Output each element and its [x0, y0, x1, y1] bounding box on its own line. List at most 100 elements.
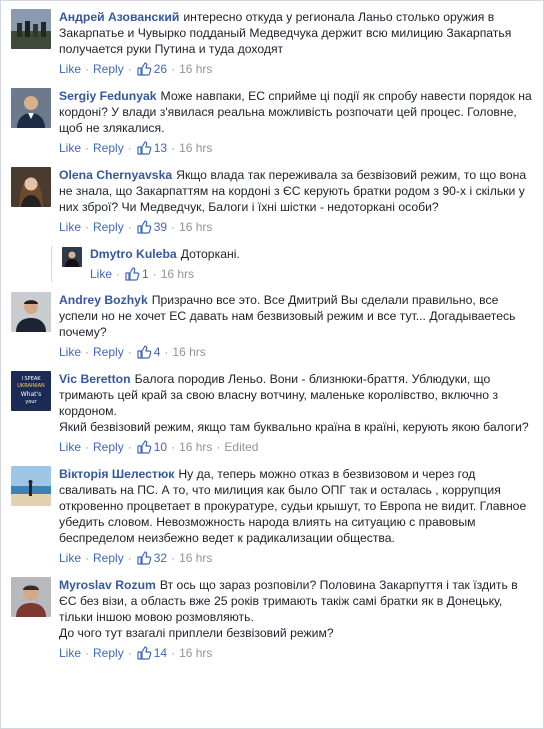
like-link[interactable]: Like: [59, 344, 81, 360]
comment-text-paragraph: До чого тут взагалі приплели безвізовий …: [59, 626, 334, 640]
like-count-value: 14: [153, 646, 168, 660]
separator: ·: [85, 141, 90, 155]
like-count[interactable]: 14: [136, 645, 167, 661]
like-count[interactable]: 39: [136, 219, 167, 235]
comment-author[interactable]: Olena Chernyavska: [59, 168, 172, 182]
like-link[interactable]: Like: [59, 140, 81, 156]
like-link[interactable]: Like: [59, 439, 81, 455]
reply-link[interactable]: Reply: [93, 344, 124, 360]
reply-link[interactable]: Reply: [93, 140, 124, 156]
like-count[interactable]: 1: [124, 266, 149, 282]
separator: ·: [85, 345, 90, 359]
like-link[interactable]: Like: [59, 645, 81, 661]
comment-author[interactable]: Sergiy Fedunyak: [59, 89, 157, 103]
like-count-value: 4: [153, 345, 161, 359]
separator: ·: [171, 440, 176, 454]
separator: ·: [116, 267, 121, 281]
like-count[interactable]: 32: [136, 550, 167, 566]
separator: ·: [85, 220, 90, 234]
separator: ·: [127, 141, 132, 155]
separator: ·: [171, 141, 176, 155]
comment-author[interactable]: Dmytro Kuleba: [90, 247, 177, 261]
comment-author[interactable]: Вікторія Шелестюк: [59, 467, 174, 481]
comment-timestamp[interactable]: 16 hrs: [161, 266, 194, 282]
comment-actions: Like · 1 · 16 hrs: [90, 266, 536, 282]
separator: ·: [85, 440, 90, 454]
thumbs-up-icon: [137, 646, 152, 660]
svg-text:I SPEAK: I SPEAK: [21, 376, 41, 382]
comment-author[interactable]: Myroslav Rozum: [59, 578, 156, 592]
thumbs-up-icon: [125, 267, 140, 281]
comment: Andrey Bozhyk Призрачно все это. Все Дмит…: [11, 292, 536, 360]
svg-text:UKRAINIAN: UKRAINIAN: [17, 383, 45, 389]
like-count[interactable]: 4: [136, 344, 161, 360]
separator: ·: [85, 646, 90, 660]
separator: ·: [85, 551, 90, 565]
comment-text: Доторкані.: [180, 247, 240, 261]
comment-timestamp[interactable]: 16 hrs: [179, 219, 212, 235]
avatar[interactable]: [11, 292, 51, 332]
avatar[interactable]: [11, 577, 51, 617]
like-link[interactable]: Like: [59, 219, 81, 235]
like-count-value: 39: [153, 220, 168, 234]
reply-link[interactable]: Reply: [93, 645, 124, 661]
edited-link[interactable]: Edited: [224, 439, 258, 455]
comment-timestamp[interactable]: 16 hrs: [179, 550, 212, 566]
avatar[interactable]: [62, 247, 82, 267]
svg-text:What's: What's: [21, 391, 42, 398]
reply-link[interactable]: Reply: [93, 61, 124, 77]
separator: ·: [127, 220, 132, 234]
separator: ·: [85, 62, 90, 76]
like-link[interactable]: Like: [59, 61, 81, 77]
comment: Myroslav Rozum Вт ось що зараз розповіли?…: [11, 577, 536, 661]
comment-author[interactable]: Vic Beretton: [59, 372, 131, 386]
reply-link[interactable]: Reply: [93, 439, 124, 455]
like-count[interactable]: 26: [136, 61, 167, 77]
comment: I SPEAK UKRAINIAN What's your Vic Berett…: [11, 371, 536, 455]
thumbs-up-icon: [137, 220, 152, 234]
comment-actions: Like · Reply · 4 · 16 hrs: [59, 344, 536, 360]
comment-actions: Like · Reply · 39 · 16 hrs: [59, 219, 536, 235]
reply-link[interactable]: Reply: [93, 550, 124, 566]
like-count-value: 10: [153, 440, 168, 454]
comments-panel: Андрей Азованский интересно откуда у реги…: [0, 0, 544, 729]
comment-timestamp[interactable]: 16 hrs: [179, 61, 212, 77]
like-link[interactable]: Like: [59, 550, 81, 566]
comment-timestamp[interactable]: 16 hrs: [179, 645, 212, 661]
comment-timestamp[interactable]: 16 hrs: [179, 439, 212, 455]
thumbs-up-icon: [137, 345, 152, 359]
reply-link[interactable]: Reply: [93, 219, 124, 235]
separator: ·: [216, 440, 221, 454]
comment: Андрей Азованский интересно откуда у реги…: [11, 9, 536, 77]
comment: Sergiy Fedunyak Може навпаки, ЕС сприйме …: [11, 88, 536, 156]
like-count[interactable]: 10: [136, 439, 167, 455]
avatar[interactable]: [11, 88, 51, 128]
thumbs-up-icon: [137, 551, 152, 565]
avatar[interactable]: [11, 167, 51, 207]
separator: ·: [171, 220, 176, 234]
comment-author[interactable]: Андрей Азованский: [59, 10, 179, 24]
svg-text:your: your: [25, 399, 37, 405]
comment-text-paragraph: Який безвізовий режим, якщо там буквальн…: [59, 420, 529, 434]
comment-actions: Like · Reply · 26 · 16 hrs: [59, 61, 536, 77]
separator: ·: [127, 345, 132, 359]
comment-actions: Like · Reply · 32 · 16 hrs: [59, 550, 536, 566]
like-count-value: 1: [142, 267, 149, 281]
avatar[interactable]: I SPEAK UKRAINIAN What's your: [11, 371, 51, 411]
separator: ·: [152, 267, 157, 281]
comment-timestamp[interactable]: 16 hrs: [172, 344, 205, 360]
separator: ·: [164, 345, 169, 359]
comment-timestamp[interactable]: 16 hrs: [179, 140, 212, 156]
separator: ·: [127, 62, 132, 76]
thumbs-up-icon: [137, 141, 152, 155]
separator: ·: [171, 62, 176, 76]
like-count[interactable]: 13: [136, 140, 167, 156]
separator: ·: [127, 551, 132, 565]
comment-actions: Like · Reply · 13 · 16 hrs: [59, 140, 536, 156]
avatar[interactable]: [11, 9, 51, 49]
avatar[interactable]: [11, 466, 51, 506]
like-link[interactable]: Like: [90, 266, 112, 282]
separator: ·: [171, 551, 176, 565]
comment-actions: Like · Reply · 10 · 16 hrs · Edited: [59, 439, 536, 455]
comment-author[interactable]: Andrey Bozhyk: [59, 293, 148, 307]
